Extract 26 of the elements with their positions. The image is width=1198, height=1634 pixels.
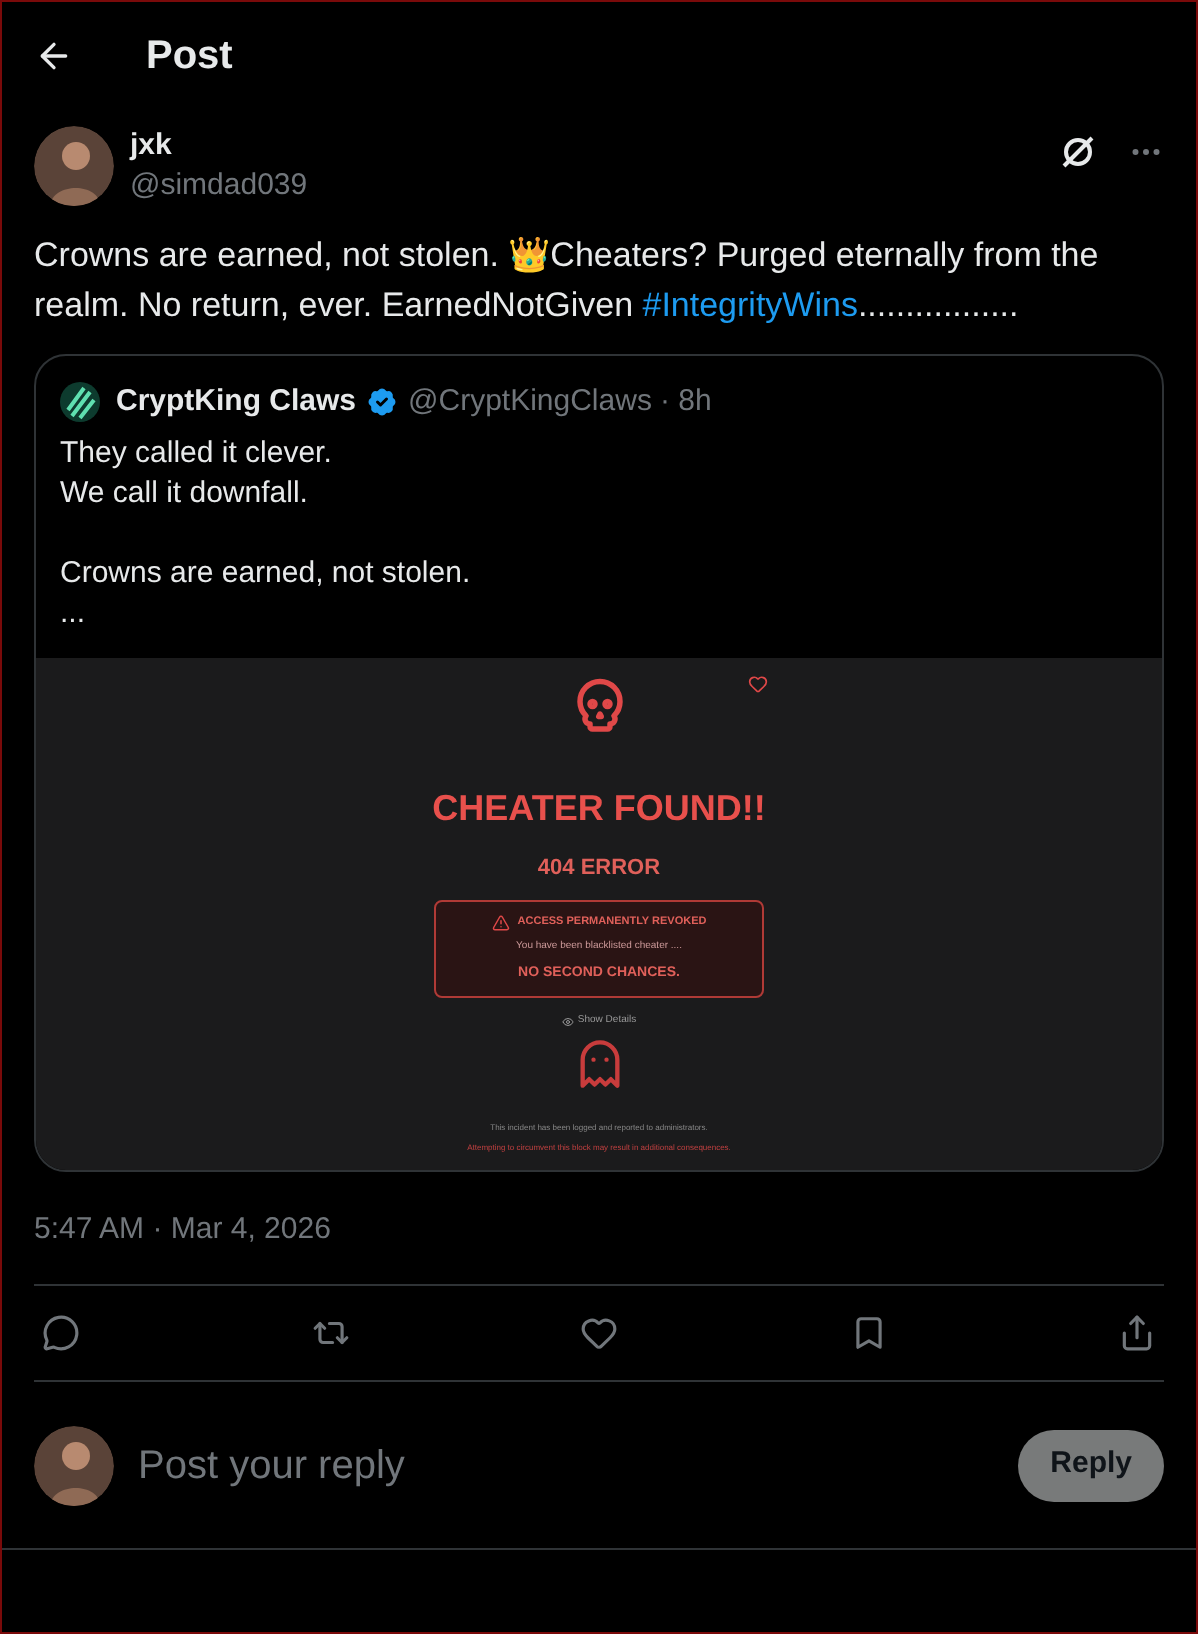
heart-icon[interactable] — [580, 1314, 618, 1352]
error-title: CHEATER FOUND!! — [432, 785, 766, 831]
quoted-text: We call it downfall. — [60, 473, 310, 513]
reply-icon[interactable] — [42, 1314, 80, 1352]
striped-logo-icon — [60, 382, 100, 423]
quoted-text: ... — [60, 593, 88, 633]
quoted-text: Crowns are earned, not stolen. — [60, 553, 473, 593]
slashed-circle-icon[interactable] — [1060, 134, 1096, 170]
page-title: Post — [146, 32, 233, 82]
quoted-author-handle: @CryptKingClaws — [408, 382, 652, 422]
share-icon[interactable] — [1118, 1314, 1156, 1352]
warning-icon — [491, 914, 510, 932]
avatar — [34, 126, 114, 206]
small-heart-icon — [748, 673, 768, 693]
post-timestamp: 5:47 AM · Mar 4, 2026 — [32, 1209, 333, 1249]
eye-icon — [561, 1015, 574, 1028]
error-code: 404 ERROR — [537, 853, 661, 883]
post-text: Crowns are earned, not stolen. 👑Cheaters? Purged eternally from the realm. No return, ever. EarnedNotGiven #IntegrityWins................. — [34, 234, 1101, 328]
hashtag-link[interactable]: #IntegrityWins — [642, 286, 858, 324]
author-name[interactable]: jxk — [130, 126, 308, 166]
quoted-text: They called it clever. — [60, 433, 334, 473]
avatar — [34, 1425, 114, 1505]
author-handle[interactable]: @simdad039 — [130, 166, 308, 206]
quoted-post[interactable] — [34, 354, 1164, 1171]
quoted-time: · 8h — [659, 382, 712, 422]
quoted-author-name: CryptKing Claws — [116, 382, 357, 422]
